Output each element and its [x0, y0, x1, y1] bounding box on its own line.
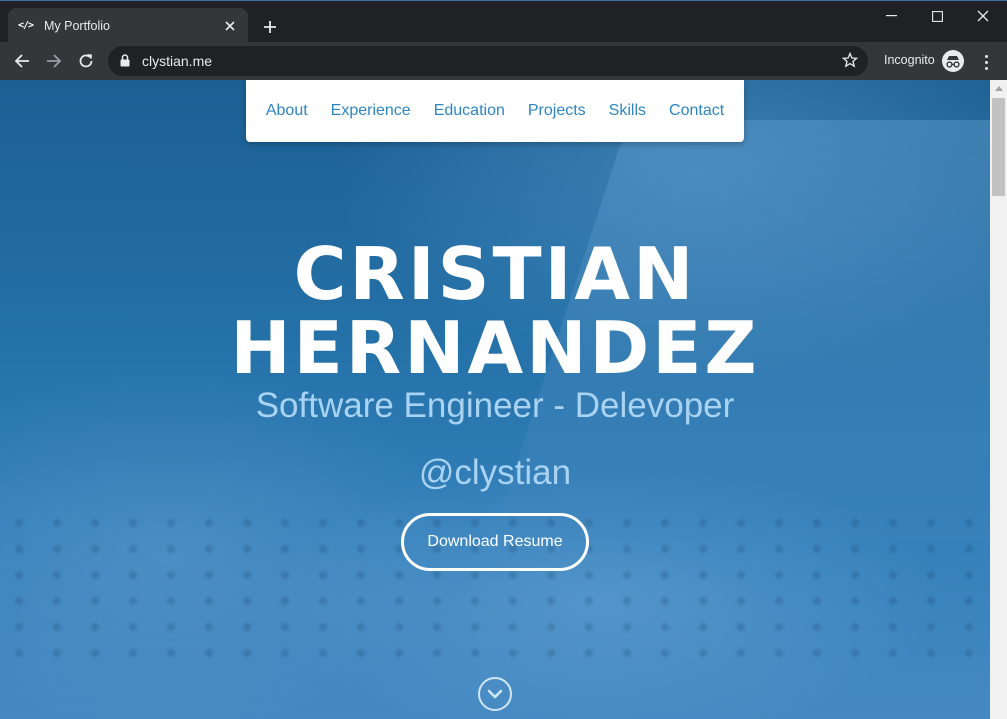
close-icon[interactable]	[222, 18, 238, 34]
browser-tab[interactable]: </> My Portfolio	[8, 8, 248, 43]
nav-link-about[interactable]: About	[254, 102, 319, 120]
arrow-right-icon[interactable]	[42, 49, 66, 73]
main-nav: About Experience Education Projects Skil…	[246, 80, 744, 142]
reload-icon[interactable]	[74, 49, 98, 73]
star-icon[interactable]	[841, 51, 859, 73]
url-text: clystian.me	[142, 53, 213, 69]
download-resume-button[interactable]: Download Resume	[401, 513, 589, 571]
nav-link-projects[interactable]: Projects	[516, 102, 597, 120]
incognito-icon[interactable]	[942, 50, 964, 72]
browser-toolbar: clystian.me Incognito	[0, 42, 1007, 80]
page-scrollbar[interactable]	[990, 80, 1007, 719]
minimize-icon[interactable]	[868, 1, 914, 31]
hero-first-name: CRISTIAN	[293, 232, 697, 316]
lock-icon	[120, 54, 130, 72]
scrollbar-thumb[interactable]	[992, 98, 1005, 196]
nav-link-experience[interactable]: Experience	[319, 102, 422, 120]
hero-handle: @clystian	[418, 453, 572, 492]
arrow-left-icon[interactable]	[10, 49, 34, 73]
tab-title: My Portfolio	[44, 18, 110, 33]
plus-icon[interactable]	[258, 15, 282, 39]
nav-link-education[interactable]: Education	[422, 102, 516, 120]
scroll-up-arrow-icon[interactable]	[990, 80, 1007, 97]
maximize-icon[interactable]	[914, 1, 960, 31]
code-favicon-icon: </>	[18, 20, 34, 31]
tab-strip: </> My Portfolio	[0, 0, 1007, 43]
close-window-icon[interactable]	[960, 1, 1006, 31]
hero-subtitle: Software Engineer - Delevoper	[255, 386, 735, 425]
address-bar[interactable]: clystian.me	[108, 46, 868, 76]
chevron-down-circle-icon[interactable]	[478, 677, 512, 711]
kebab-menu-icon[interactable]	[978, 51, 994, 73]
nav-link-contact[interactable]: Contact	[658, 102, 736, 120]
hero-last-name: HERNANDEZ	[230, 306, 760, 390]
hero-section: About Experience Education Projects Skil…	[0, 80, 990, 719]
nav-link-skills[interactable]: Skills	[597, 102, 657, 120]
incognito-label: Incognito	[884, 53, 935, 67]
